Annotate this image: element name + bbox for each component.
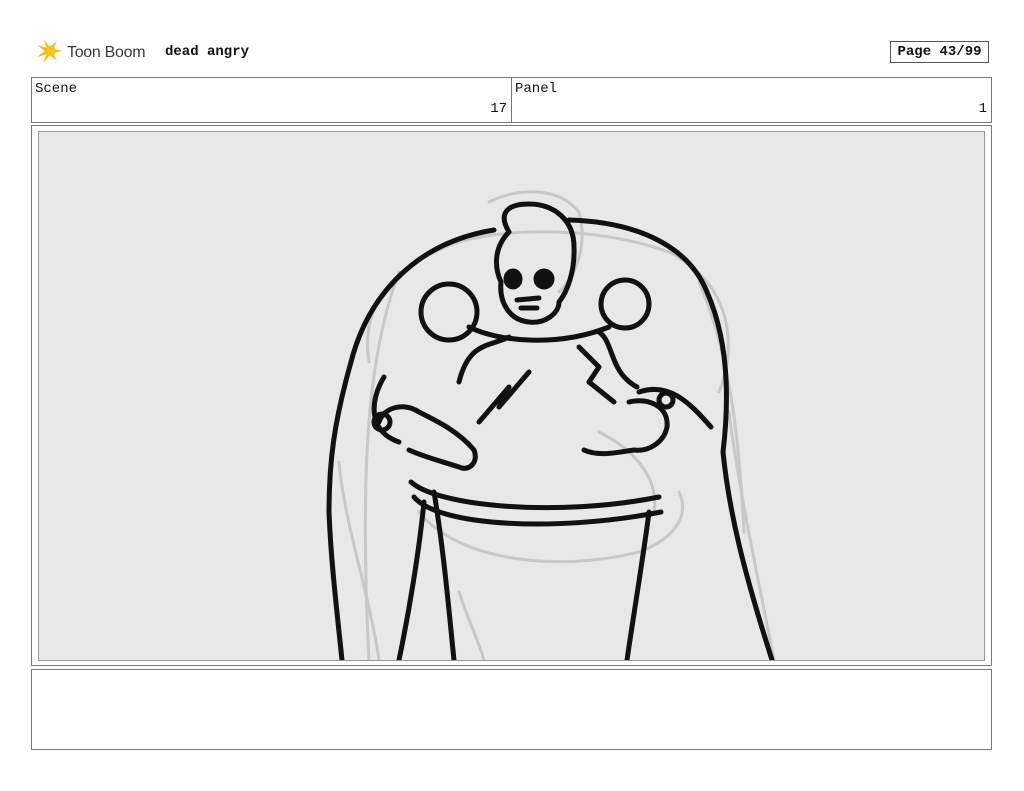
panel-number: 1 [978, 101, 987, 117]
project-title: dead angry [165, 44, 250, 60]
panel-label: Panel [515, 81, 558, 97]
toon-boom-logo: Toon Boom [33, 35, 146, 72]
panel-drawing [38, 131, 985, 661]
page-indicator: Page 43/99 [890, 41, 989, 63]
logo-text: Toon Boom [67, 44, 146, 61]
burst-star-icon [33, 35, 65, 72]
panel-cell: Panel 1 [512, 78, 991, 122]
sketch-figure [326, 190, 776, 660]
page-number: Page 43/99 [897, 44, 982, 60]
scene-panel-info: Scene 17 Panel 1 [31, 77, 992, 123]
scene-number: 17 [490, 101, 507, 117]
scene-cell: Scene 17 [32, 78, 512, 122]
notes-box [31, 669, 992, 750]
scene-label: Scene [35, 81, 78, 97]
